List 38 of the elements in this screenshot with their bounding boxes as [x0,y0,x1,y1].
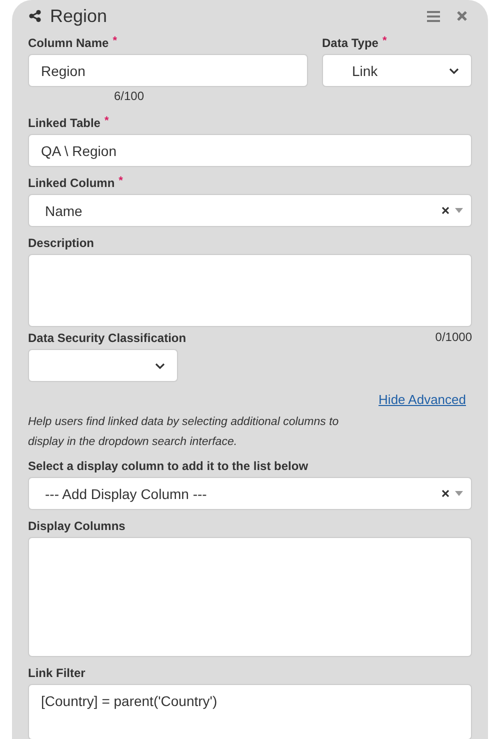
menu-icon [427,10,440,22]
dropdown[interactable]: Link [322,54,472,87]
panel-title: Region [50,6,108,26]
caret-down-icon [455,208,463,213]
field-label: Select a display column to add it to the list below [28,458,308,474]
field-label: Linked Column [28,175,115,191]
field-label: Data Type [322,35,378,51]
list-box[interactable] [28,537,472,657]
chevron-down-icon [155,362,165,368]
required-mark: * [104,115,109,127]
field-label: Column Name [28,35,109,51]
share-icon [29,10,41,22]
help-text: Help users find linked data by selecting additional columns to display in the dropdown search interface. [28,415,340,450]
dropdown[interactable]: --- Add Display Column --- [28,477,472,510]
character-counter: 0/1000 [435,330,472,344]
text-field[interactable]: [Country] = parent('Country') [28,684,472,739]
clear-icon [442,207,449,214]
field-label: Display Columns [28,518,126,534]
hide-advanced-link[interactable]: Hide Advanced [378,392,466,408]
close-icon [456,11,466,21]
field-label: Description [28,235,94,251]
dropdown[interactable] [28,349,178,382]
field-label: Link Filter [28,665,86,681]
required-mark: * [118,175,123,187]
character-counter: 6/100 [114,89,144,103]
required-mark: * [382,35,387,47]
chevron-down-icon [449,68,459,74]
close-button[interactable] [454,8,469,24]
field-label: Linked Table [28,115,100,131]
caret-down-icon [455,491,463,496]
text-area[interactable] [28,254,472,327]
menu-button[interactable] [426,8,441,24]
dropdown[interactable]: Name [28,194,472,227]
required-mark: * [112,35,117,47]
field-label: Data Security Classification [28,330,186,346]
clear-icon [442,490,449,497]
text-field[interactable]: Region [28,54,308,87]
text-field[interactable]: QA \ Region [28,134,472,167]
